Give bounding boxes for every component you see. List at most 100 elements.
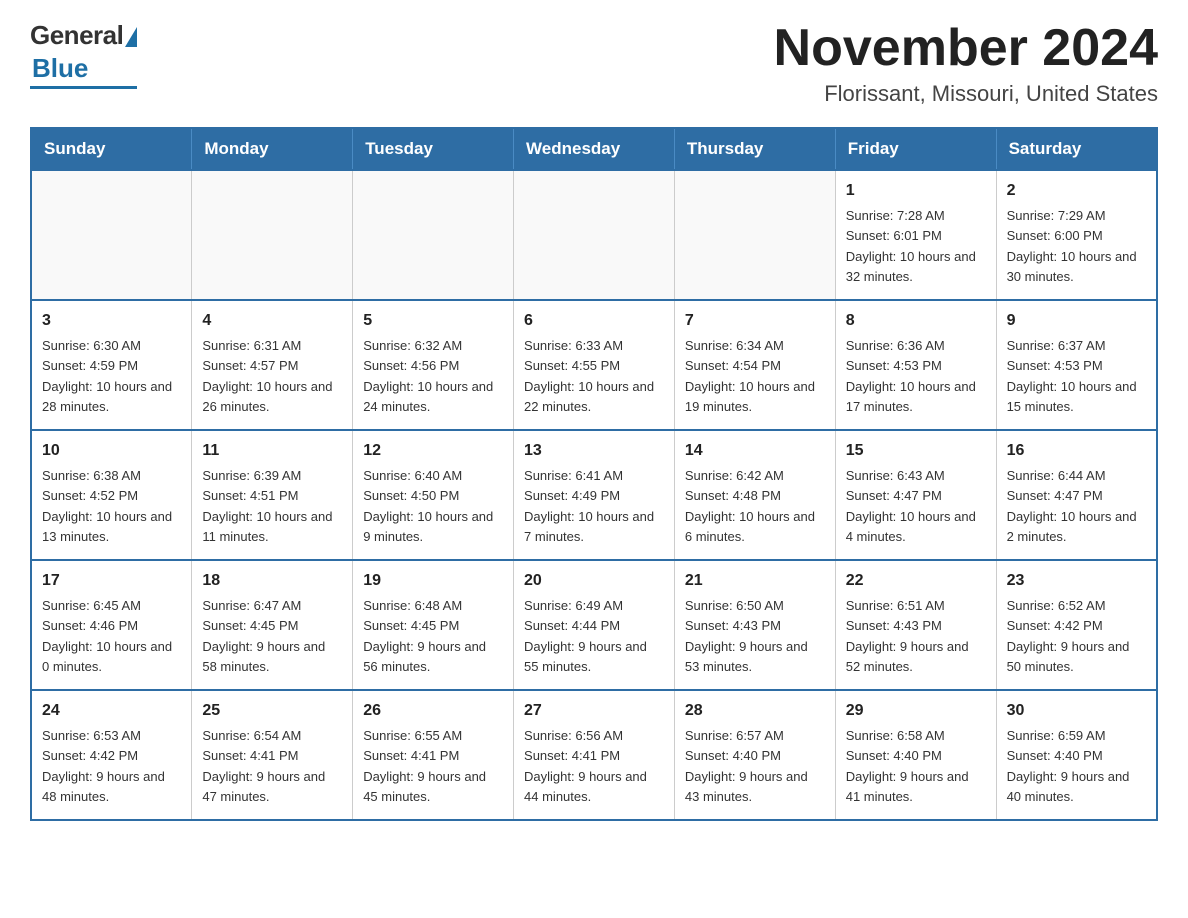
day-number: 5 [363, 309, 503, 333]
day-number: 8 [846, 309, 986, 333]
day-number: 18 [202, 569, 342, 593]
location-title: Florissant, Missouri, United States [774, 81, 1158, 107]
day-info: Sunrise: 6:37 AM Sunset: 4:53 PM Dayligh… [1007, 338, 1137, 414]
calendar-week-row: 17 Sunrise: 6:45 AM Sunset: 4:46 PM Dayli… [31, 560, 1157, 690]
calendar-cell: 2 Sunrise: 7:29 AM Sunset: 6:00 PM Daylig… [996, 170, 1157, 300]
calendar-cell: 4Sunrise: 6:31 AM Sunset: 4:57 PM Daylig… [192, 300, 353, 430]
day-info: Sunrise: 6:50 AM Sunset: 4:43 PM Dayligh… [685, 598, 808, 674]
calendar-body: 1 Sunrise: 7:28 AM Sunset: 6:01 PM Daylig… [31, 170, 1157, 820]
calendar-header-sunday: Sunday [31, 128, 192, 170]
day-number: 26 [363, 699, 503, 723]
day-info: Sunrise: 6:55 AM Sunset: 4:41 PM Dayligh… [363, 728, 486, 804]
calendar-cell: 8 Sunrise: 6:36 AM Sunset: 4:53 PM Daylig… [835, 300, 996, 430]
day-number: 29 [846, 699, 986, 723]
calendar-week-row: 3 Sunrise: 6:30 AM Sunset: 4:59 PM Daylig… [31, 300, 1157, 430]
calendar-cell [353, 170, 514, 300]
day-info: Sunrise: 6:39 AM Sunset: 4:51 PM Dayligh… [202, 468, 332, 544]
calendar-cell: 15 Sunrise: 6:43 AM Sunset: 4:47 PM Dayli… [835, 430, 996, 560]
day-number: 16 [1007, 439, 1146, 463]
month-title: November 2024 [774, 20, 1158, 77]
day-number: 11 [202, 439, 342, 463]
day-number: 30 [1007, 699, 1146, 723]
calendar-week-row: 24 Sunrise: 6:53 AM Sunset: 4:42 PM Dayli… [31, 690, 1157, 820]
day-number: 2 [1007, 179, 1146, 203]
calendar-cell: 9 Sunrise: 6:37 AM Sunset: 4:53 PM Daylig… [996, 300, 1157, 430]
day-info: Sunrise: 6:44 AM Sunset: 4:47 PM Dayligh… [1007, 468, 1137, 544]
logo-general-text: General [30, 20, 123, 51]
day-number: 23 [1007, 569, 1146, 593]
day-info: Sunrise: 7:28 AM Sunset: 6:01 PM Dayligh… [846, 208, 976, 284]
day-info: Sunrise: 6:38 AM Sunset: 4:52 PM Dayligh… [42, 468, 172, 544]
calendar-cell: 28 Sunrise: 6:57 AM Sunset: 4:40 PM Dayli… [674, 690, 835, 820]
day-info: Sunrise: 6:40 AM Sunset: 4:50 PM Dayligh… [363, 468, 493, 544]
logo-triangle-icon [125, 27, 137, 47]
calendar-cell: 14 Sunrise: 6:42 AM Sunset: 4:48 PM Dayli… [674, 430, 835, 560]
day-number: 19 [363, 569, 503, 593]
logo-underline [30, 86, 137, 89]
day-number: 9 [1007, 309, 1146, 333]
calendar-cell: 25Sunrise: 6:54 AM Sunset: 4:41 PM Dayli… [192, 690, 353, 820]
day-number: 21 [685, 569, 825, 593]
day-info: Sunrise: 6:31 AM Sunset: 4:57 PM Dayligh… [202, 338, 332, 414]
calendar-cell: 18Sunrise: 6:47 AM Sunset: 4:45 PM Dayli… [192, 560, 353, 690]
logo-blue-text: Blue [32, 53, 88, 84]
calendar-cell: 19Sunrise: 6:48 AM Sunset: 4:45 PM Dayli… [353, 560, 514, 690]
day-info: Sunrise: 6:51 AM Sunset: 4:43 PM Dayligh… [846, 598, 969, 674]
calendar-cell [674, 170, 835, 300]
day-info: Sunrise: 6:41 AM Sunset: 4:49 PM Dayligh… [524, 468, 654, 544]
day-number: 24 [42, 699, 181, 723]
calendar-cell: 13 Sunrise: 6:41 AM Sunset: 4:49 PM Dayli… [514, 430, 675, 560]
calendar-cell: 12 Sunrise: 6:40 AM Sunset: 4:50 PM Dayli… [353, 430, 514, 560]
calendar-header-monday: Monday [192, 128, 353, 170]
calendar-cell: 7 Sunrise: 6:34 AM Sunset: 4:54 PM Daylig… [674, 300, 835, 430]
day-info: Sunrise: 6:54 AM Sunset: 4:41 PM Dayligh… [202, 728, 325, 804]
calendar-cell: 26 Sunrise: 6:55 AM Sunset: 4:41 PM Dayli… [353, 690, 514, 820]
day-info: Sunrise: 6:52 AM Sunset: 4:42 PM Dayligh… [1007, 598, 1130, 674]
day-number: 20 [524, 569, 664, 593]
day-info: Sunrise: 6:59 AM Sunset: 4:40 PM Dayligh… [1007, 728, 1130, 804]
day-info: Sunrise: 6:57 AM Sunset: 4:40 PM Dayligh… [685, 728, 808, 804]
day-info: Sunrise: 6:43 AM Sunset: 4:47 PM Dayligh… [846, 468, 976, 544]
day-number: 22 [846, 569, 986, 593]
day-number: 14 [685, 439, 825, 463]
calendar-cell: 29Sunrise: 6:58 AM Sunset: 4:40 PM Dayli… [835, 690, 996, 820]
day-number: 3 [42, 309, 181, 333]
day-info: Sunrise: 6:34 AM Sunset: 4:54 PM Dayligh… [685, 338, 815, 414]
day-number: 15 [846, 439, 986, 463]
calendar-header-saturday: Saturday [996, 128, 1157, 170]
calendar-cell: 20 Sunrise: 6:49 AM Sunset: 4:44 PM Dayli… [514, 560, 675, 690]
calendar-cell: 6Sunrise: 6:33 AM Sunset: 4:55 PM Daylig… [514, 300, 675, 430]
calendar-cell [514, 170, 675, 300]
calendar-cell [31, 170, 192, 300]
day-number: 28 [685, 699, 825, 723]
day-info: Sunrise: 6:30 AM Sunset: 4:59 PM Dayligh… [42, 338, 172, 414]
calendar-header-friday: Friday [835, 128, 996, 170]
day-info: Sunrise: 6:42 AM Sunset: 4:48 PM Dayligh… [685, 468, 815, 544]
day-info: Sunrise: 6:45 AM Sunset: 4:46 PM Dayligh… [42, 598, 172, 674]
title-area: November 2024 Florissant, Missouri, Unit… [774, 20, 1158, 107]
calendar-cell: 3 Sunrise: 6:30 AM Sunset: 4:59 PM Daylig… [31, 300, 192, 430]
calendar-cell: 10 Sunrise: 6:38 AM Sunset: 4:52 PM Dayli… [31, 430, 192, 560]
day-number: 7 [685, 309, 825, 333]
calendar-cell: 22 Sunrise: 6:51 AM Sunset: 4:43 PM Dayli… [835, 560, 996, 690]
calendar-cell: 16 Sunrise: 6:44 AM Sunset: 4:47 PM Dayli… [996, 430, 1157, 560]
calendar-cell [192, 170, 353, 300]
day-info: Sunrise: 6:49 AM Sunset: 4:44 PM Dayligh… [524, 598, 647, 674]
day-number: 17 [42, 569, 181, 593]
day-number: 10 [42, 439, 181, 463]
day-info: Sunrise: 6:53 AM Sunset: 4:42 PM Dayligh… [42, 728, 165, 804]
day-info: Sunrise: 7:29 AM Sunset: 6:00 PM Dayligh… [1007, 208, 1137, 284]
calendar-cell: 5 Sunrise: 6:32 AM Sunset: 4:56 PM Daylig… [353, 300, 514, 430]
day-info: Sunrise: 6:32 AM Sunset: 4:56 PM Dayligh… [363, 338, 493, 414]
calendar-header-row: SundayMondayTuesdayWednesdayThursdayFrid… [31, 128, 1157, 170]
day-info: Sunrise: 6:33 AM Sunset: 4:55 PM Dayligh… [524, 338, 654, 414]
day-number: 13 [524, 439, 664, 463]
logo: General Blue [30, 20, 137, 89]
day-info: Sunrise: 6:36 AM Sunset: 4:53 PM Dayligh… [846, 338, 976, 414]
calendar-table: SundayMondayTuesdayWednesdayThursdayFrid… [30, 127, 1158, 821]
day-number: 1 [846, 179, 986, 203]
day-info: Sunrise: 6:56 AM Sunset: 4:41 PM Dayligh… [524, 728, 647, 804]
calendar-cell: 30 Sunrise: 6:59 AM Sunset: 4:40 PM Dayli… [996, 690, 1157, 820]
day-number: 12 [363, 439, 503, 463]
calendar-header-wednesday: Wednesday [514, 128, 675, 170]
